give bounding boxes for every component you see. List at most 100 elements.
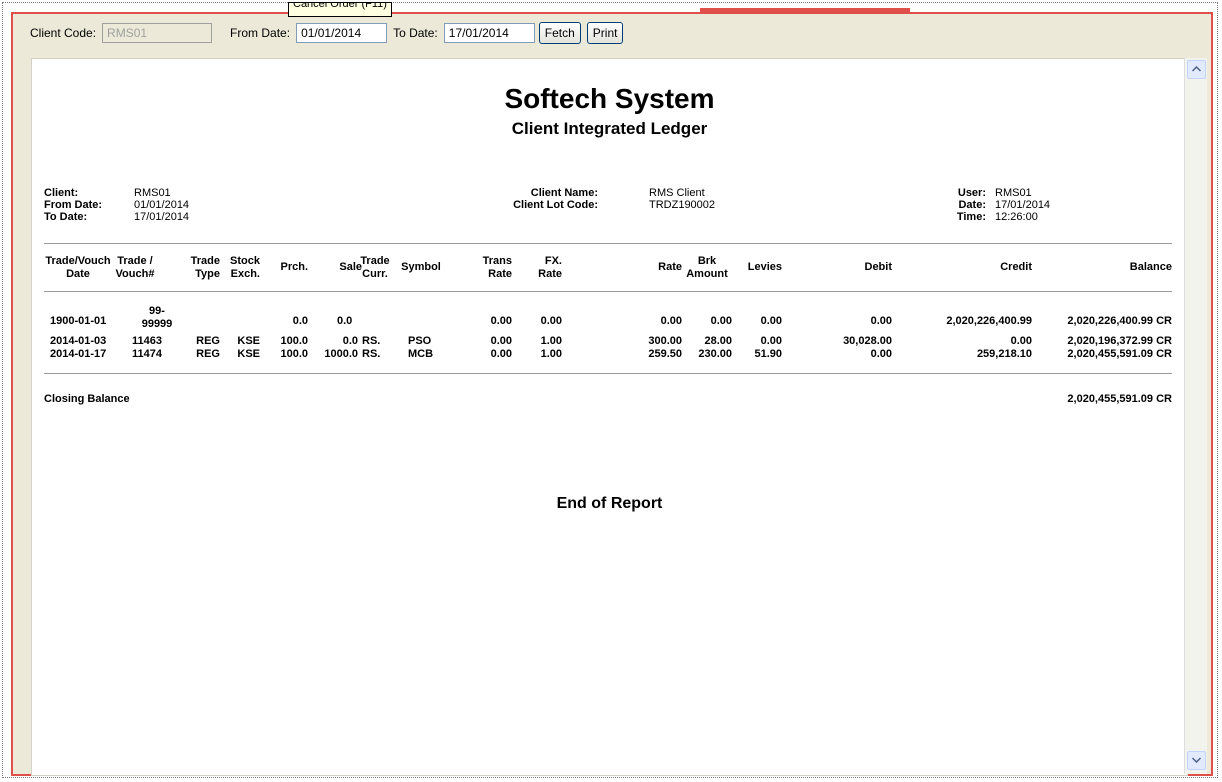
- filter-toolbar: Client Code: From Date: To Date: Fetch P…: [13, 14, 1211, 52]
- cell-trans-rate: 0.00: [490, 348, 512, 360]
- col-date: Trade/Vouch Date: [45, 255, 111, 280]
- lot-code-value: TRDZ190002: [649, 199, 716, 211]
- divider: [44, 243, 1172, 244]
- cell-trans-rate: 0.00: [490, 335, 512, 347]
- cell-sale: 1000.0: [324, 348, 358, 360]
- divider: [44, 373, 1172, 374]
- cell-balance: 2,020,226,400.99 CR: [1067, 315, 1172, 327]
- cell-symbol: PSO: [408, 335, 432, 347]
- cell-debit: 30,028.00: [843, 335, 892, 347]
- cell-balance: 2,020,196,372.99 CR: [1067, 335, 1172, 347]
- cell-levies: 0.00: [760, 315, 782, 327]
- col-levies: Levies: [747, 261, 782, 273]
- date-label: Date:: [958, 199, 986, 211]
- cell-type: REG: [196, 348, 220, 360]
- user-label: User:: [957, 187, 986, 199]
- client-name-value: RMS Client: [649, 187, 705, 199]
- col-type: Trade Type: [190, 255, 220, 280]
- info-mid: Client Name: RMS Client Client Lot Code: T…: [494, 187, 715, 211]
- ledger-panel: Client Code: From Date: To Date: Fetch P…: [11, 12, 1213, 776]
- from-value: 01/01/2014: [134, 199, 190, 211]
- cell-debit: 0.00: [870, 348, 892, 360]
- tooltip: Cancel Order (F11): [288, 2, 392, 17]
- user-value: RMS01: [995, 187, 1032, 199]
- report-subtitle: Client Integrated Ledger: [511, 119, 708, 138]
- col-exch: Stock Exch.: [230, 255, 260, 280]
- col-prch: Prch.: [280, 261, 308, 273]
- time-label: Time:: [956, 211, 986, 223]
- fetch-button[interactable]: Fetch: [538, 22, 581, 44]
- report-viewer: Softech System Client Integrated Ledger …: [31, 58, 1188, 776]
- cell-vouch: 99- 99999: [141, 305, 173, 330]
- col-debit: Debit: [864, 261, 893, 273]
- col-credit: Credit: [1000, 261, 1032, 273]
- end-of-report: End of Report: [556, 495, 663, 512]
- cell-curr: RS.: [362, 348, 381, 360]
- cell-credit: 259,218.10: [976, 348, 1032, 360]
- col-curr: Trade Curr.: [360, 255, 390, 280]
- report-title: Softech System: [504, 83, 715, 114]
- col-rate: Rate: [658, 261, 682, 273]
- to-label: To Date:: [44, 211, 88, 223]
- cell-vouch: 11463: [132, 335, 162, 347]
- cell-brk: 0.00: [710, 315, 732, 327]
- cell-credit: 2,020,226,400.99: [946, 315, 1032, 327]
- cell-fx-rate: 0.00: [540, 315, 562, 327]
- cell-balance: 2,020,455,591.09 CR: [1067, 348, 1172, 360]
- cell-sale: 0.0: [342, 335, 358, 347]
- from-date-input[interactable]: [296, 23, 388, 43]
- vertical-scrollbar[interactable]: [1184, 58, 1207, 774]
- cell-rate: 0.00: [660, 315, 682, 327]
- client-code-input[interactable]: [102, 23, 213, 43]
- cell-curr: RS.: [362, 335, 381, 347]
- to-date-input[interactable]: [443, 23, 535, 43]
- cell-brk: 28.00: [704, 335, 732, 347]
- scroll-up-icon[interactable]: [1187, 60, 1206, 79]
- scroll-down-icon[interactable]: [1187, 751, 1206, 770]
- cell-debit: 0.00: [870, 315, 892, 327]
- info-left: Client: RMS01 From Date: 01/01/2014 To Dat…: [44, 187, 189, 223]
- col-fx-rate: FX. Rate: [538, 255, 562, 280]
- divider: [44, 291, 1172, 292]
- cell-levies: 51.90: [754, 348, 782, 360]
- to-date-label: To Date:: [393, 26, 438, 40]
- client-name-label: Client Name:: [530, 187, 598, 199]
- cell-trans-rate: 0.00: [490, 315, 512, 327]
- col-brk-amount: Brk Amount: [686, 255, 728, 280]
- closing-balance-label: Closing Balance: [44, 393, 130, 405]
- time-value: 12:26:00: [995, 211, 1038, 223]
- cell-credit: 0.00: [1010, 335, 1032, 347]
- client-code-label: Client Code:: [30, 26, 97, 40]
- cell-rate: 300.00: [648, 335, 682, 347]
- col-trans-rate: Trans Rate: [482, 255, 512, 280]
- cell-date: 2014-01-17: [50, 348, 107, 360]
- col-symbol: Symbol: [401, 261, 441, 273]
- cell-prch: 0.0: [292, 315, 308, 327]
- cell-fx-rate: 1.00: [540, 335, 562, 347]
- cell-type: REG: [196, 335, 220, 347]
- from-date-label: From Date:: [230, 26, 291, 40]
- date-value: 17/01/2014: [995, 199, 1051, 211]
- cell-exch: KSE: [237, 335, 260, 347]
- closing-balance-value: 2,020,455,591.09 CR: [1067, 393, 1172, 405]
- lot-code-label: Client Lot Code:: [513, 199, 598, 211]
- client-value: RMS01: [134, 187, 171, 199]
- cell-levies: 0.00: [760, 335, 782, 347]
- info-right: User: RMS01 Date: 17/01/2014 Time: 12:26:00: [932, 187, 1050, 223]
- cell-sale: 0.0: [337, 315, 353, 327]
- cell-rate: 259.50: [648, 348, 682, 360]
- cell-prch: 100.0: [280, 335, 308, 347]
- cell-symbol: MCB: [408, 348, 434, 360]
- client-label: Client:: [44, 187, 79, 199]
- col-vouch: Trade / Vouch#: [115, 255, 155, 280]
- to-value: 17/01/2014: [134, 211, 190, 223]
- cell-date: 2014-01-03: [50, 335, 107, 347]
- cell-exch: KSE: [237, 348, 260, 360]
- col-balance: Balance: [1129, 261, 1172, 273]
- cell-date: 1900-01-01: [50, 315, 107, 327]
- cell-vouch: 11474: [132, 348, 162, 360]
- print-button[interactable]: Print: [586, 22, 624, 44]
- cell-brk: 230.00: [698, 348, 732, 360]
- cell-fx-rate: 1.00: [540, 348, 562, 360]
- from-label: From Date:: [44, 199, 103, 211]
